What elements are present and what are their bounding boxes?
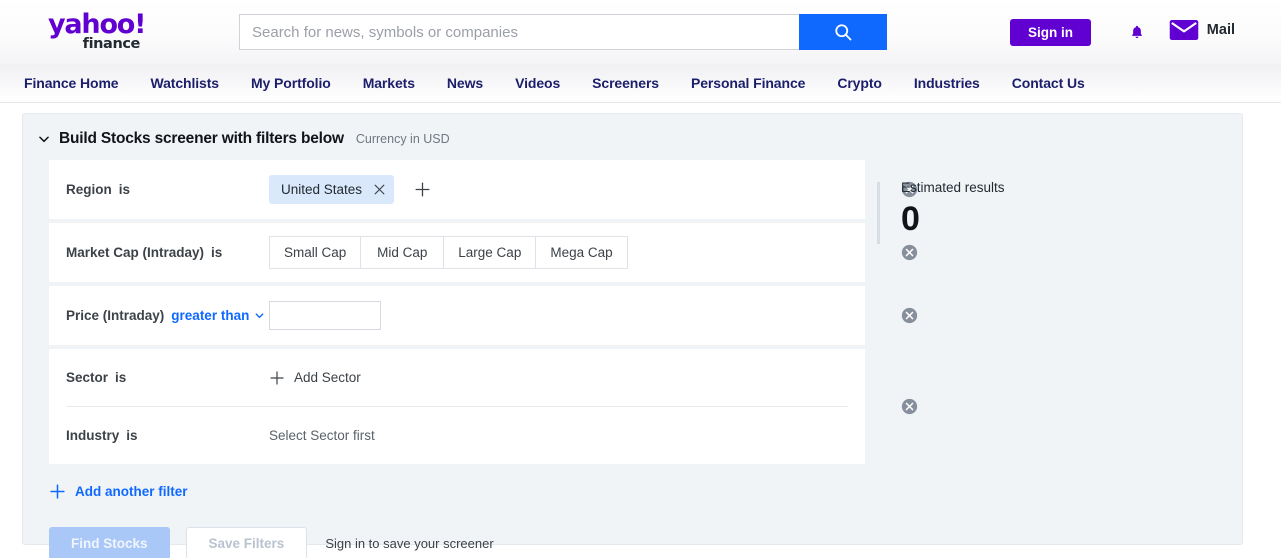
nav-item-finance-home[interactable]: Finance Home <box>24 75 135 91</box>
nav-item-screeners[interactable]: Screeners <box>576 75 675 91</box>
filter-control-region: United States <box>269 175 865 204</box>
screener-builder-panel: Build Stocks screener with filters below… <box>22 113 1243 558</box>
estimated-results-label: Estimated results <box>901 180 1005 195</box>
filter-row-market-cap: Market Cap (Intraday) is Small Cap Mid C… <box>49 223 918 282</box>
filter-label-market-cap: Market Cap (Intraday) is <box>49 245 269 260</box>
nav-item-industries[interactable]: Industries <box>898 75 996 91</box>
price-operator-dropdown[interactable]: greater than <box>171 308 265 323</box>
price-value-input[interactable] <box>269 301 381 330</box>
mail-label: Mail <box>1206 22 1235 38</box>
main-navigation: Finance Home Watchlists My Portfolio Mar… <box>0 64 1281 103</box>
filter-row-price: Price (Intraday) greater than <box>49 286 918 345</box>
filter-label-sector: Sector is <box>49 370 269 385</box>
site-header: yahoo! finance Sign in Mail <box>0 0 1281 64</box>
filter-name-industry: Industry <box>66 428 120 443</box>
nav-item-my-portfolio[interactable]: My Portfolio <box>235 75 347 91</box>
filter-name-sector: Sector <box>66 370 109 385</box>
nav-item-personal-finance[interactable]: Personal Finance <box>675 75 821 91</box>
nav-item-markets[interactable]: Markets <box>347 75 431 91</box>
sign-in-button[interactable]: Sign in <box>1010 19 1091 46</box>
page-title: Build Stocks screener with filters below <box>59 130 344 147</box>
filter-control-industry: Select Sector first <box>269 428 865 443</box>
filter-control-sector: Add Sector <box>269 370 865 386</box>
screener-actions: Find Stocks Save Filters Sign in to save… <box>49 527 863 558</box>
chevron-down-icon <box>255 313 264 319</box>
region-chip: United States <box>269 175 395 204</box>
filter-label-region: Region is <box>49 182 269 197</box>
currency-note: Currency in USD <box>355 132 450 146</box>
save-hint-text: Sign in to save your screener <box>325 536 494 551</box>
yahoo-finance-logo[interactable]: yahoo! finance <box>48 9 146 54</box>
add-region-button[interactable] <box>414 181 431 198</box>
collapse-toggle-button[interactable] <box>37 132 51 146</box>
chevron-down-icon <box>39 136 49 143</box>
search-input[interactable] <box>239 14 799 50</box>
plus-icon <box>415 182 430 197</box>
nav-item-watchlists[interactable]: Watchlists <box>135 75 236 91</box>
add-sector-button[interactable]: Add Sector <box>269 370 361 386</box>
filter-control-market-cap: Small Cap Mid Cap Large Cap Mega Cap <box>269 236 865 269</box>
nav-item-crypto[interactable]: Crypto <box>821 75 898 91</box>
market-cap-option-large[interactable]: Large Cap <box>443 236 536 269</box>
market-cap-option-small[interactable]: Small Cap <box>269 236 361 269</box>
filter-name-market-cap: Market Cap (Intraday) <box>66 245 205 260</box>
add-sector-label: Add Sector <box>294 370 361 385</box>
industry-placeholder-text: Select Sector first <box>269 428 375 443</box>
find-stocks-button[interactable]: Find Stocks <box>49 527 170 558</box>
screener-header: Build Stocks screener with filters below… <box>23 130 1242 148</box>
screener-body: Region is United States Market Cap (Intr… <box>23 160 1242 558</box>
filter-label-industry: Industry is <box>49 428 269 443</box>
add-another-filter-button[interactable]: Add another filter <box>49 483 188 500</box>
close-icon <box>374 184 385 195</box>
filter-name-region: Region <box>66 182 112 197</box>
estimated-results-panel: Estimated results 0 <box>863 160 1242 558</box>
filter-name-price: Price (Intraday) <box>66 308 165 323</box>
search-button[interactable] <box>799 14 887 50</box>
market-cap-segmented-control: Small Cap Mid Cap Large Cap Mega Cap <box>269 236 628 269</box>
notifications-button[interactable] <box>1123 18 1151 46</box>
bell-icon <box>1132 25 1142 39</box>
nav-item-news[interactable]: News <box>431 75 499 91</box>
filters-list: Region is United States Market Cap (Intr… <box>23 160 918 558</box>
market-cap-option-mid[interactable]: Mid Cap <box>360 236 444 269</box>
nav-item-contact-us[interactable]: Contact Us <box>996 75 1101 91</box>
plus-icon <box>50 484 65 499</box>
filter-operator-industry: is <box>126 428 138 443</box>
mail-button[interactable]: Mail <box>1163 18 1241 42</box>
search-bar <box>239 14 887 50</box>
save-filters-button[interactable]: Save Filters <box>185 527 308 558</box>
filter-subrow-sector: Sector is Add Sector <box>49 349 865 406</box>
mail-icon <box>1169 19 1199 41</box>
region-chip-remove-button[interactable] <box>374 184 385 195</box>
market-cap-option-mega[interactable]: Mega Cap <box>535 236 628 269</box>
filter-label-price: Price (Intraday) greater than <box>49 308 269 323</box>
yahoo-wordmark: yahoo! <box>48 9 146 40</box>
price-operator-label: greater than <box>171 308 250 323</box>
nav-item-videos[interactable]: Videos <box>499 75 576 91</box>
region-chip-label: United States <box>281 182 363 197</box>
filter-row-region: Region is United States <box>49 160 918 219</box>
filter-control-price <box>269 301 865 330</box>
results-divider <box>877 182 880 244</box>
add-another-filter-label: Add another filter <box>75 484 188 499</box>
filter-subrow-industry: Industry is Select Sector first <box>49 407 865 464</box>
plus-icon <box>270 370 284 385</box>
filter-operator-market-cap: is <box>211 245 223 260</box>
page-content: Build Stocks screener with filters below… <box>0 103 1281 558</box>
filter-operator-region: is <box>118 182 131 197</box>
estimated-results-value: 0 <box>901 200 920 238</box>
filter-operator-sector: is <box>115 370 127 385</box>
search-icon <box>835 24 852 41</box>
filter-row-sector-industry: Sector is Add Sector Industry is Select … <box>49 349 918 464</box>
